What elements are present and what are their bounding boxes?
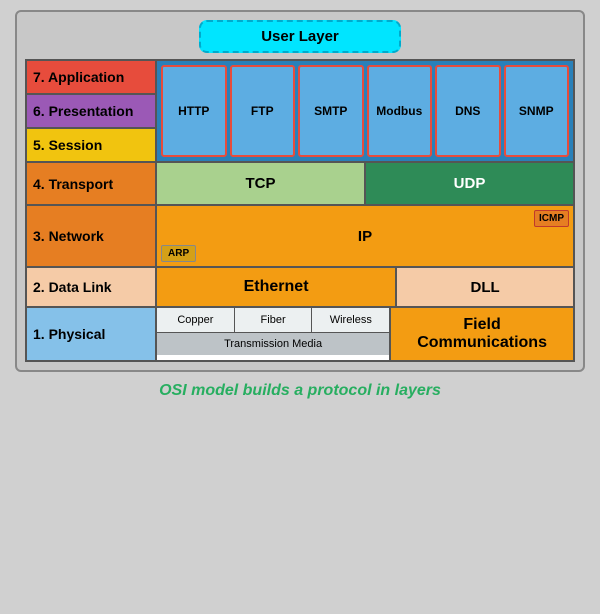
physical-content: Copper Fiber Wireless Transmission Media xyxy=(157,308,573,360)
dns-col: DNS xyxy=(435,65,501,157)
osi-grid: 7. Application 6. Presentation 5. Sessio… xyxy=(25,59,575,362)
network-label: 3. Network xyxy=(27,206,157,266)
modbus-col: Modbus xyxy=(367,65,433,157)
datalink-label: 2. Data Link xyxy=(27,268,157,306)
user-layer-label: User Layer xyxy=(261,28,339,45)
smtp-col: SMTP xyxy=(298,65,364,157)
session-label: 5. Session xyxy=(27,129,155,161)
caption: OSI model builds a protocol in layers xyxy=(149,382,451,400)
network-content: IP ICMP ARP xyxy=(157,206,573,266)
wireless-cell: Wireless xyxy=(312,308,389,332)
user-layer-row: User Layer xyxy=(25,20,575,53)
ethernet-box: Ethernet xyxy=(157,268,397,306)
application-label: 7. Application xyxy=(27,61,155,95)
physical-label: 1. Physical xyxy=(27,308,157,360)
protocol-columns: HTTP FTP SMTP Modbus DNS SNMP xyxy=(157,61,573,161)
physical-left: Copper Fiber Wireless Transmission Media xyxy=(157,308,391,360)
left-labels: 7. Application 6. Presentation 5. Sessio… xyxy=(27,61,157,161)
osi-diagram: User Layer 7. Application 6. Presentatio… xyxy=(15,10,585,372)
icmp-badge: ICMP xyxy=(534,210,569,227)
field-comm-box: Field Communications xyxy=(391,308,573,360)
transport-row: 4. Transport TCP UDP xyxy=(27,163,573,206)
ftp-col: FTP xyxy=(230,65,296,157)
udp-box: UDP xyxy=(366,163,573,204)
transport-content: TCP UDP xyxy=(157,163,573,204)
datalink-row: 2. Data Link Ethernet DLL xyxy=(27,268,573,308)
http-col: HTTP xyxy=(161,65,227,157)
transmission-label: Transmission Media xyxy=(157,333,389,355)
physical-row: 1. Physical Copper Fiber Wireless xyxy=(27,308,573,360)
datalink-content: Ethernet DLL xyxy=(157,268,573,306)
top-section: 7. Application 6. Presentation 5. Sessio… xyxy=(27,61,573,163)
dll-box: DLL xyxy=(397,268,573,306)
presentation-label: 6. Presentation xyxy=(27,95,155,129)
fiber-cell: Fiber xyxy=(235,308,313,332)
user-layer-box: User Layer xyxy=(199,20,401,53)
network-row: 3. Network IP ICMP ARP xyxy=(27,206,573,268)
arp-badge: ARP xyxy=(161,245,196,262)
copper-cell: Copper xyxy=(157,308,235,332)
ip-area: IP ICMP ARP xyxy=(157,206,573,266)
transport-label: 4. Transport xyxy=(27,163,157,204)
media-row: Copper Fiber Wireless xyxy=(157,308,389,333)
snmp-col: SNMP xyxy=(504,65,570,157)
tcp-box: TCP xyxy=(157,163,366,204)
